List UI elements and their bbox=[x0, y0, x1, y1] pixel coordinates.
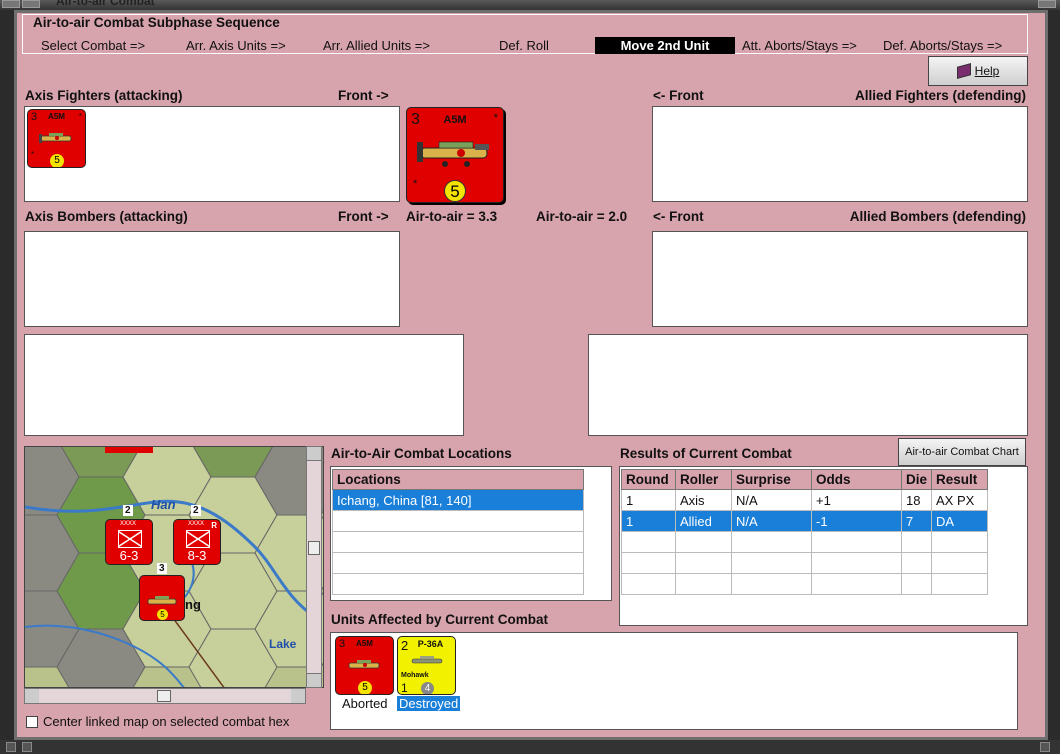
col-surprise[interactable]: Surprise bbox=[731, 469, 812, 490]
scroll-thumb-horizontal[interactable] bbox=[157, 690, 171, 702]
results-table: Round Roller Surprise Odds Die Result 1 … bbox=[621, 469, 988, 595]
title-bar: Air-to-air Combat bbox=[0, 0, 1060, 10]
affected-unit-status-destroyed: Destroyed bbox=[397, 696, 461, 711]
result-row[interactable]: 1 Allied N/A -1 7 DA bbox=[621, 510, 988, 532]
window-title: Air-to-air Combat bbox=[56, 0, 155, 8]
results-panel: Round Roller Surprise Odds Die Result 1 … bbox=[619, 466, 1028, 626]
window-button-right[interactable] bbox=[1038, 0, 1056, 8]
scroll-down-arrow[interactable] bbox=[307, 673, 321, 687]
col-round[interactable]: Round bbox=[621, 469, 676, 490]
scroll-right-arrow[interactable] bbox=[291, 689, 305, 703]
front-counter-type: A5M bbox=[443, 114, 467, 126]
river-label: Han bbox=[151, 497, 176, 512]
map-unit-counter-2[interactable]: XXXX R 8-3 bbox=[173, 519, 221, 565]
resize-grip-left[interactable] bbox=[6, 742, 16, 752]
col-odds[interactable]: Odds bbox=[811, 469, 902, 490]
step-att-aborts[interactable]: Att. Aborts/Stays => bbox=[742, 38, 857, 53]
front-counter[interactable]: 3 A5M * * 5 bbox=[406, 107, 504, 203]
axis-fighter-counter[interactable]: 3 A5M * * 5 bbox=[27, 109, 86, 168]
allied-bombers-label: Allied Bombers (defending) bbox=[849, 209, 1026, 224]
book-icon bbox=[956, 63, 971, 79]
axis-front-label: Front -> bbox=[338, 88, 389, 103]
locations-section-title: Air-to-Air Combat Locations bbox=[331, 446, 512, 461]
step-def-aborts[interactable]: Def. Aborts/Stays => bbox=[883, 38, 1002, 53]
map-horizontal-scrollbar[interactable] bbox=[24, 688, 306, 704]
step-arrange-axis[interactable]: Arr. Axis Units => bbox=[186, 38, 286, 53]
resize-grip-right[interactable] bbox=[1040, 742, 1050, 752]
locations-table: Locations Ichang, China [81, 140] bbox=[332, 469, 584, 595]
col-result[interactable]: Result bbox=[931, 469, 988, 490]
affected-unit-p36a[interactable]: 2 P-36A Mohawk 1 4 bbox=[397, 636, 456, 695]
scroll-thumb-vertical[interactable] bbox=[308, 541, 320, 555]
results-section-title: Results of Current Combat bbox=[620, 446, 792, 461]
city-label-fragment: ng bbox=[185, 597, 201, 612]
result-row[interactable]: 1 Axis N/A +1 18 AX PX bbox=[621, 489, 988, 511]
map-vertical-scrollbar[interactable] bbox=[306, 446, 322, 688]
map-hexes bbox=[25, 447, 323, 687]
allied-front-label: <- Front bbox=[653, 88, 704, 103]
fighter-plane-icon bbox=[39, 133, 72, 143]
location-row[interactable]: Ichang, China [81, 140] bbox=[332, 489, 584, 511]
axis-bombers-label: Axis Bombers (attacking) bbox=[25, 209, 188, 224]
step-select-combat[interactable]: Select Combat => bbox=[41, 38, 145, 53]
axis-air-to-air-value: Air-to-air = 3.3 bbox=[406, 209, 498, 224]
sequence-title: Air-to-air Combat Subphase Sequence bbox=[31, 15, 282, 30]
help-button[interactable]: Help bbox=[928, 56, 1028, 86]
affected-unit-status-aborted: Aborted bbox=[342, 696, 388, 711]
lake-label: Lake bbox=[269, 637, 297, 651]
step-move-2nd-unit[interactable]: Move 2nd Unit bbox=[595, 37, 735, 54]
counter-circle-value: 5 bbox=[50, 154, 64, 167]
affected-section-title: Units Affected by Current Combat bbox=[331, 612, 549, 627]
help-label: Help bbox=[974, 64, 1000, 78]
axis-bombers-box[interactable] bbox=[24, 231, 400, 327]
allied-bombers-box[interactable] bbox=[652, 231, 1028, 327]
resize-grip-left-2[interactable] bbox=[22, 742, 32, 752]
scroll-up-arrow[interactable] bbox=[307, 447, 321, 461]
step-def-roll[interactable]: Def. Roll bbox=[499, 38, 549, 53]
front-counter-circle-value: 5 bbox=[444, 180, 466, 202]
scroll-left-arrow[interactable] bbox=[25, 689, 39, 703]
fighter-plane-icon bbox=[417, 141, 489, 167]
allied-fighters-box[interactable] bbox=[652, 106, 1028, 202]
map-air-counter[interactable]: 5 bbox=[139, 575, 185, 621]
fighter-plane-icon bbox=[147, 596, 177, 605]
allied-air-to-air-value: Air-to-air = 2.0 bbox=[536, 209, 628, 224]
axis-info-box bbox=[24, 334, 464, 436]
axis-bombers-front-label: Front -> bbox=[338, 209, 389, 224]
locations-panel: Locations Ichang, China [81, 140] bbox=[330, 466, 612, 601]
center-map-option[interactable]: Center linked map on selected combat hex bbox=[26, 714, 289, 729]
map-stack-count-1: 2 bbox=[123, 505, 133, 516]
allied-fighters-label: Allied Fighters (defending) bbox=[855, 88, 1026, 103]
system-menu-button[interactable] bbox=[2, 0, 20, 8]
axis-fighters-label: Axis Fighters (attacking) bbox=[25, 88, 183, 103]
allied-bombers-front-label: <- Front bbox=[653, 209, 704, 224]
window-button-left[interactable] bbox=[22, 0, 40, 8]
step-arrange-allied[interactable]: Arr. Allied Units => bbox=[323, 38, 430, 53]
counter-type: A5M bbox=[48, 112, 65, 121]
affected-unit-a5m[interactable]: 3 A5M 5 bbox=[335, 636, 394, 695]
col-die[interactable]: Die bbox=[900, 469, 933, 490]
map-stack-count-2: 2 bbox=[191, 505, 201, 516]
fighter-plane-icon bbox=[411, 656, 443, 664]
locations-header[interactable]: Locations bbox=[332, 469, 584, 490]
sequence-panel: Air-to-air Combat Subphase Sequence Sele… bbox=[22, 14, 1028, 54]
col-roller[interactable]: Roller bbox=[675, 469, 732, 490]
air-to-air-combat-chart-button[interactable]: Air-to-air Combat Chart bbox=[898, 438, 1026, 466]
map-unit-counter-1[interactable]: XXXX 6-3 bbox=[105, 519, 153, 565]
allied-info-box bbox=[588, 334, 1028, 436]
center-map-checkbox-label: Center linked map on selected combat hex bbox=[43, 714, 290, 729]
fighter-plane-icon bbox=[348, 660, 380, 669]
map-air-stack-count: 3 bbox=[157, 563, 167, 574]
bottom-bar bbox=[0, 740, 1060, 754]
center-map-checkbox[interactable] bbox=[26, 715, 38, 728]
linked-map[interactable]: Han Lake ng XXXX 6-3 2 XXXX R 8-3 2 5 3 bbox=[24, 446, 324, 688]
